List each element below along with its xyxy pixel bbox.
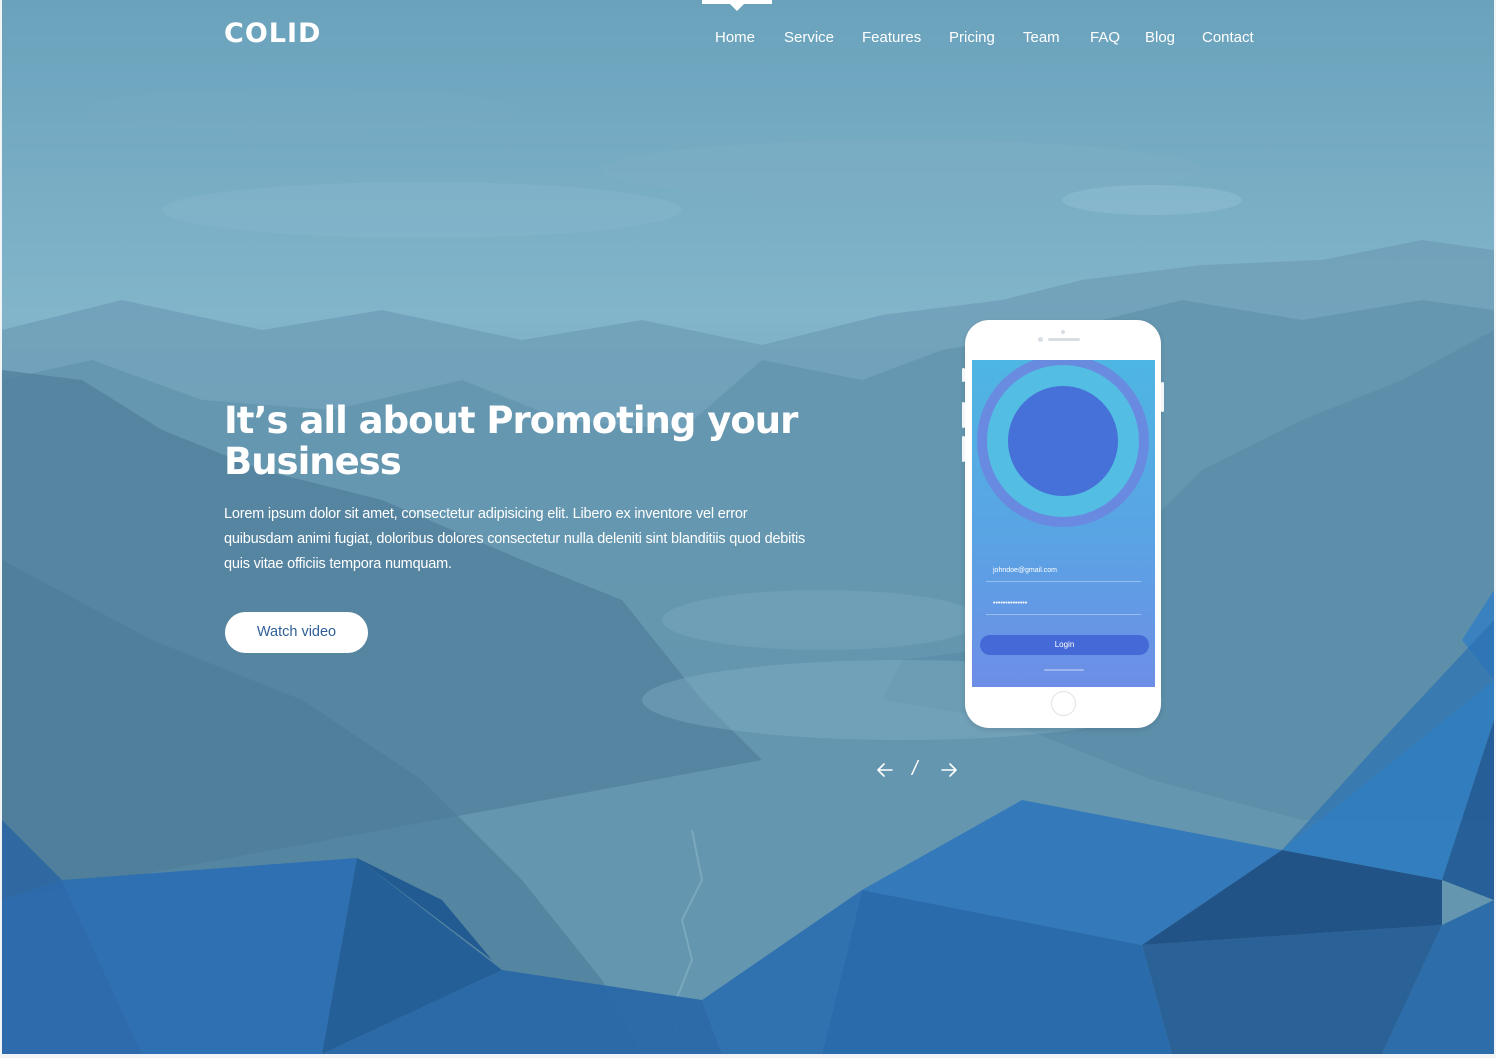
phone-home-button: [1051, 691, 1076, 716]
watch-video-button[interactable]: Watch video: [225, 612, 368, 653]
nav-item-faq[interactable]: FAQ: [1090, 29, 1120, 46]
nav-item-home[interactable]: Home: [715, 29, 755, 46]
nav-item-team[interactable]: Team: [1023, 29, 1060, 46]
phone-power-button: [1161, 382, 1164, 412]
slider-separator: /: [912, 758, 918, 780]
nav-item-blog[interactable]: Blog: [1145, 29, 1175, 46]
nav-active-indicator-tip: [729, 3, 745, 11]
slider-next-button[interactable]: [939, 758, 959, 782]
nav-item-service[interactable]: Service: [784, 29, 834, 46]
app-logo-circle: [1008, 386, 1118, 496]
phone-volume-down: [962, 436, 965, 462]
arrow-left-icon: [877, 763, 893, 777]
slider-prev-button[interactable]: [875, 758, 895, 782]
brand-logo[interactable]: COLID: [224, 18, 321, 49]
phone-camera-icon: [1038, 337, 1043, 342]
hero-title: It’s all about Promoting your Business: [224, 399, 798, 483]
login-button[interactable]: Login: [980, 635, 1149, 655]
phone-side-button: [962, 368, 965, 382]
phone-speaker: [1048, 338, 1080, 341]
phone-screen: johndoe@gmail.com •••••••••••••• Login: [972, 360, 1155, 687]
hero-section: COLID Home Service Features Pricing Team…: [2, 0, 1494, 1054]
nav-item-pricing[interactable]: Pricing: [949, 29, 995, 46]
phone-mockup: johndoe@gmail.com •••••••••••••• Login: [962, 320, 1164, 728]
phone-sensor: [1061, 330, 1065, 334]
arrow-right-icon: [941, 763, 957, 777]
nav-item-features[interactable]: Features: [862, 29, 921, 46]
nav-item-contact[interactable]: Contact: [1202, 29, 1254, 46]
phone-volume-up: [962, 402, 965, 428]
password-field[interactable]: ••••••••••••••: [986, 593, 1141, 615]
forgot-password-link[interactable]: [1044, 669, 1084, 671]
email-field[interactable]: johndoe@gmail.com: [986, 560, 1141, 582]
hero-description: Lorem ipsum dolor sit amet, consectetur …: [224, 506, 806, 572]
